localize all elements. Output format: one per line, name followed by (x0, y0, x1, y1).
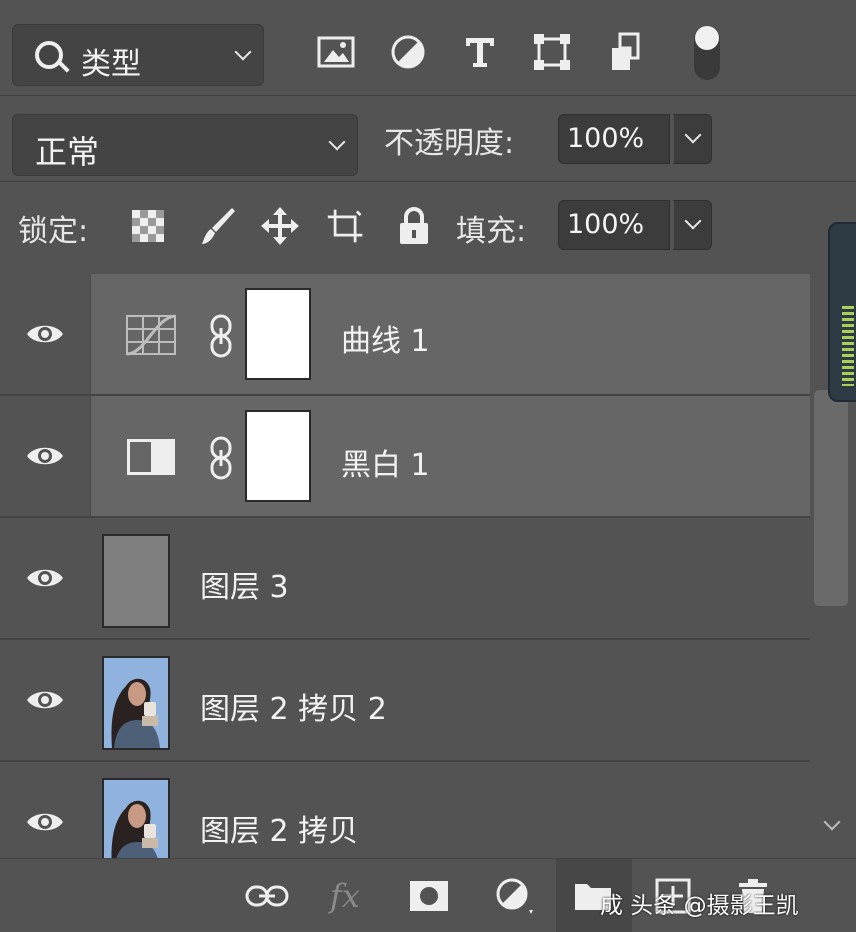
opacity-label: 不透明度: (384, 126, 515, 161)
new-adjustment-layer-icon[interactable] (490, 875, 536, 917)
add-mask-icon[interactable] (406, 875, 452, 917)
filter-bar: 类型 (0, 0, 856, 96)
filter-kind-dropdown[interactable]: 类型 (12, 24, 264, 86)
visibility-toggle[interactable] (0, 762, 90, 858)
layer-body[interactable]: 图层 3 (90, 518, 810, 640)
fill-label: 填充: (456, 214, 527, 249)
layer-photo-thumbnail[interactable] (102, 778, 170, 858)
black-white-adjustment-icon (127, 439, 175, 475)
layer-name: 图层 2 拷贝 2 (200, 692, 387, 727)
lock-artboard-icon[interactable] (326, 204, 366, 248)
filter-kind-label: 类型 (81, 47, 141, 82)
layer-mask-thumbnail[interactable] (245, 410, 311, 502)
adjustment-filter-icon[interactable] (386, 30, 430, 74)
eye-icon (27, 569, 63, 587)
toggle-knob (695, 26, 719, 50)
layer-name: 图层 2 拷贝 (200, 814, 359, 849)
shape-filter-icon[interactable] (530, 30, 574, 74)
layer-name: 黑白 1 (341, 448, 430, 483)
visibility-toggle[interactable] (0, 518, 90, 640)
layer-body[interactable]: 图层 2 拷贝 2 (90, 640, 810, 762)
scrollbar-thumb[interactable] (814, 390, 848, 606)
portrait-photo (104, 658, 168, 748)
eye-icon (27, 813, 63, 831)
layers-panel: 类型 正常 不透明度: 100% 锁定: 填充: 100% 曲线 1 黑白 1 … (0, 0, 856, 932)
opacity-input[interactable]: 100% (558, 114, 670, 164)
layer-row-black-white[interactable]: 黑白 1 (0, 396, 810, 518)
layer-thumbnail[interactable] (102, 534, 170, 628)
eye-icon (27, 447, 63, 465)
image-filter-icon[interactable] (314, 30, 358, 74)
layer-style-fx-icon[interactable]: fx (322, 875, 368, 917)
lock-position-move-icon[interactable] (260, 204, 300, 248)
blend-mode-dropdown[interactable]: 正常 (12, 114, 358, 176)
fill-input[interactable]: 100% (558, 200, 670, 250)
lock-label: 锁定: (18, 214, 89, 249)
search-icon (35, 41, 63, 69)
chevron-down-icon (234, 43, 252, 61)
blend-mode-label: 正常 (35, 133, 100, 171)
fill-chevron-down-icon[interactable] (672, 200, 712, 250)
portrait-photo (104, 780, 168, 858)
lock-pixels-brush-icon[interactable] (198, 204, 238, 248)
watermark-text: 成 头条 @摄影王凯 (600, 893, 799, 919)
link-chain-icon (210, 314, 232, 358)
meter-bars (842, 306, 854, 386)
curves-adjustment-icon (126, 314, 176, 356)
lock-transparency-icon[interactable] (128, 204, 168, 248)
layer-mask-thumbnail[interactable] (245, 288, 311, 380)
eye-icon (27, 691, 63, 709)
smart-object-filter-icon[interactable] (604, 30, 648, 74)
layer-row-layer-2-copy-2[interactable]: 图层 2 拷贝 2 (0, 640, 810, 762)
eye-icon (27, 325, 63, 343)
layer-row-layer-3[interactable]: 图层 3 (0, 518, 810, 640)
lock-all-icon[interactable] (394, 204, 434, 248)
type-filter-icon[interactable] (458, 30, 502, 74)
visibility-toggle[interactable] (0, 274, 90, 396)
visibility-toggle[interactable] (0, 396, 90, 518)
visibility-toggle[interactable] (0, 640, 90, 762)
opacity-chevron-down-icon[interactable] (672, 114, 712, 164)
layer-name: 图层 3 (200, 570, 289, 605)
link-layers-icon[interactable] (244, 875, 290, 917)
fx-label: fx (330, 877, 360, 915)
layers-list: 曲线 1 黑白 1 图层 3 图层 2 拷贝 2 图层 2 拷贝 (0, 274, 810, 858)
chevron-down-icon (328, 133, 346, 151)
layer-name: 曲线 1 (341, 324, 430, 359)
layer-row-layer-2-copy[interactable]: 图层 2 拷贝 (0, 762, 810, 858)
layer-photo-thumbnail[interactable] (102, 656, 170, 750)
layer-body[interactable]: 黑白 1 (90, 396, 810, 518)
layer-body[interactable]: 图层 2 拷贝 (90, 762, 810, 858)
link-chain-icon (210, 436, 232, 480)
layer-body[interactable]: 曲线 1 (90, 274, 810, 396)
filter-toggle-switch[interactable] (694, 26, 720, 80)
layer-row-curves[interactable]: 曲线 1 (0, 274, 810, 396)
side-meter-widget (828, 222, 856, 402)
